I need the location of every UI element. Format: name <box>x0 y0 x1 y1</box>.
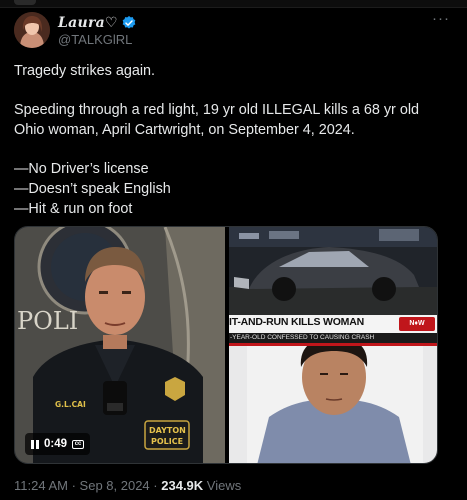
separator: · <box>71 478 80 493</box>
tweet-line-break <box>14 82 444 102</box>
verified-badge-icon <box>121 15 137 31</box>
avatar[interactable] <box>14 12 50 48</box>
tweet-line: —No Driver’s license <box>14 161 149 178</box>
tweet-line: —Hit & run on foot <box>14 200 133 217</box>
top-pill <box>14 0 36 5</box>
tweet-text: Tragedy strikes again. Speeding through … <box>14 62 444 220</box>
news-subline: -YEAR-OLD CONFESSED TO CAUSING CRASH <box>229 333 437 343</box>
patch-text-2: POLICE <box>151 437 183 446</box>
news-image[interactable]: IT-AND-RUN KILLS WOMAN N♦W -YEAR-OLD CON… <box>229 227 437 463</box>
duration-text: 0:49 <box>44 438 68 450</box>
news-banner: IT-AND-RUN KILLS WOMAN N♦W <box>229 315 437 333</box>
officer-image: POLI G.L.CAI DAYTON POLICE <box>15 227 225 463</box>
tweet-footer: 11:24 AM · Sep 8, 2024 · 234.9K Views <box>14 478 241 493</box>
tweet-time[interactable]: 11:24 AM <box>14 478 68 493</box>
tweet-line: Ohio woman, April Cartwright, on Septemb… <box>14 122 355 139</box>
views-count: 234.9K <box>161 478 204 493</box>
news-logo: N♦W <box>399 317 435 331</box>
tweet-line-break <box>14 141 444 161</box>
captions-icon: cc <box>72 439 85 449</box>
media-grid: POLI G.L.CAI DAYTON POLICE 0:49 cc IT-AN… <box>14 226 438 464</box>
news-banner-strip <box>229 343 437 346</box>
video-thumbnail[interactable]: POLI G.L.CAI DAYTON POLICE 0:49 cc <box>15 227 225 463</box>
display-name[interactable]: Laura♡ <box>58 15 118 31</box>
tweet-date[interactable]: Sep 8, 2024 <box>80 478 150 493</box>
top-strip <box>0 0 467 8</box>
handle[interactable]: @TALKGlRL <box>58 32 132 47</box>
pause-icon <box>31 439 39 449</box>
video-duration[interactable]: 0:49 cc <box>25 433 91 455</box>
patch-text: DAYTON <box>149 426 186 435</box>
tweet-line: Tragedy strikes again. <box>14 63 156 79</box>
tweet-line: Speeding through a red light, 19 yr old … <box>14 102 420 119</box>
tweet-line: —Doesn’t speak English <box>14 181 171 198</box>
views-label: Views <box>206 478 242 493</box>
more-options-icon[interactable]: ··· <box>430 11 452 28</box>
sign-text: POLI <box>17 307 78 335</box>
tweet-header: Laura♡ @TALKGlRL ··· <box>14 11 454 52</box>
news-headline: IT-AND-RUN KILLS WOMAN <box>229 316 364 328</box>
avatar-image <box>14 12 50 48</box>
name-tape: G.L.CAI <box>55 400 86 409</box>
name-row: Laura♡ <box>58 14 137 32</box>
